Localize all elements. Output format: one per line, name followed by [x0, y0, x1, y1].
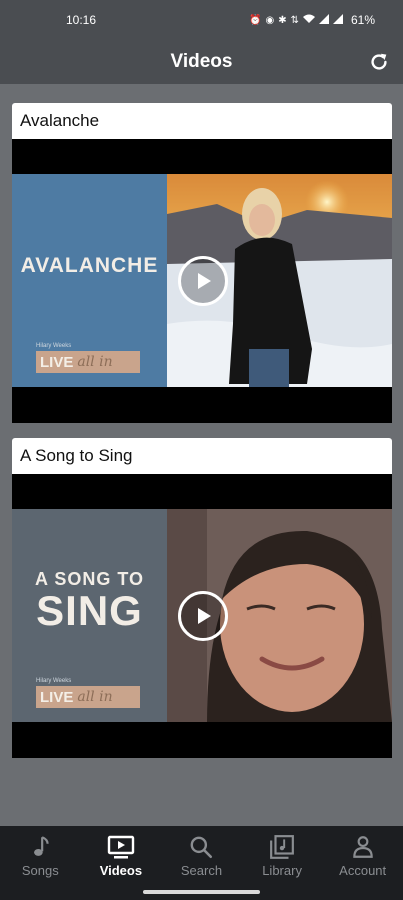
page-title: Videos: [170, 51, 233, 72]
video-title: A Song to Sing: [20, 446, 133, 465]
music-note-icon: [34, 836, 49, 856]
artist-name: Hilary Weeks: [36, 343, 72, 349]
nav-account[interactable]: Account: [322, 826, 403, 900]
video-thumbnail: A SONG TO SING Hilary Weeks LIVE all in: [12, 509, 392, 722]
artist-name: Hilary Weeks: [36, 678, 72, 684]
signal-icon: [332, 13, 343, 27]
signal-icon: [318, 13, 329, 27]
wifi-icon: [302, 14, 315, 27]
nav-search[interactable]: Search: [161, 826, 242, 900]
nav-label: Search: [180, 863, 223, 878]
cast-icon: ◉: [265, 14, 275, 26]
video-player[interactable]: A SONG TO SING Hilary Weeks LIVE all in: [12, 474, 392, 758]
thumbnail-title-panel: AVALANCHE Hilary Weeks LIVE all in: [12, 174, 167, 387]
nav-label: Videos: [99, 863, 143, 878]
nav-songs[interactable]: Songs: [0, 826, 81, 900]
video-title-bar: Avalanche: [12, 103, 392, 139]
video-card: Avalanche AVALANCHE Hilary Weeks LIVE all…: [12, 103, 392, 423]
alarm-icon: ⏰: [249, 14, 262, 26]
video-title-bar: A Song to Sing: [12, 438, 392, 474]
album-logo: LIVE all in: [36, 351, 140, 373]
video-tv-icon: [107, 835, 135, 859]
refresh-icon: [371, 53, 387, 70]
video-player[interactable]: AVALANCHE Hilary Weeks LIVE all in: [12, 139, 392, 423]
library-icon: [270, 835, 294, 859]
thumbnail-title: AVALANCHE: [20, 253, 159, 277]
video-list[interactable]: Avalanche AVALANCHE Hilary Weeks LIVE all…: [0, 84, 403, 826]
nav-label: Account: [339, 863, 387, 878]
album-logo: LIVE all in: [36, 686, 140, 708]
bottom-nav: Songs Videos Search Library Account: [0, 826, 403, 900]
status-time: 10:16: [66, 13, 97, 27]
album-brand: Hilary Weeks LIVE all in: [36, 343, 140, 373]
video-thumbnail: AVALANCHE Hilary Weeks LIVE all in: [12, 174, 392, 387]
play-icon: [198, 608, 211, 624]
refresh-button[interactable]: [367, 50, 391, 74]
home-indicator[interactable]: [143, 890, 260, 894]
data-icon: ⇅: [290, 14, 299, 26]
thumbnail-title-line2: SING: [36, 587, 143, 634]
play-button[interactable]: [178, 591, 228, 641]
nav-library[interactable]: Library: [242, 826, 323, 900]
nav-label: Songs: [21, 863, 59, 878]
thumbnail-photo: [167, 509, 392, 722]
video-card: A Song to Sing A SONG TO SING Hilary Wee…: [12, 438, 392, 758]
battery-level: 61%: [350, 13, 375, 27]
status-icons: ⏰ ◉ ✱ ⇅ 61%: [249, 13, 375, 27]
video-title: Avalanche: [20, 111, 100, 130]
bluetooth-icon: ✱: [278, 14, 287, 26]
play-button[interactable]: [178, 256, 228, 306]
thumbnail-title-panel: A SONG TO SING Hilary Weeks LIVE all in: [12, 509, 167, 722]
account-icon: [352, 836, 373, 858]
search-icon: [191, 836, 213, 859]
status-bar: 10:16 ⏰ ◉ ✱ ⇅ 61%: [0, 0, 403, 40]
thumbnail-photo: [167, 174, 392, 387]
album-brand: Hilary Weeks LIVE all in: [36, 678, 140, 708]
nav-label: Library: [262, 863, 302, 878]
play-icon: [198, 273, 211, 289]
nav-videos[interactable]: Videos: [81, 826, 162, 900]
app-header: Videos: [0, 40, 403, 84]
